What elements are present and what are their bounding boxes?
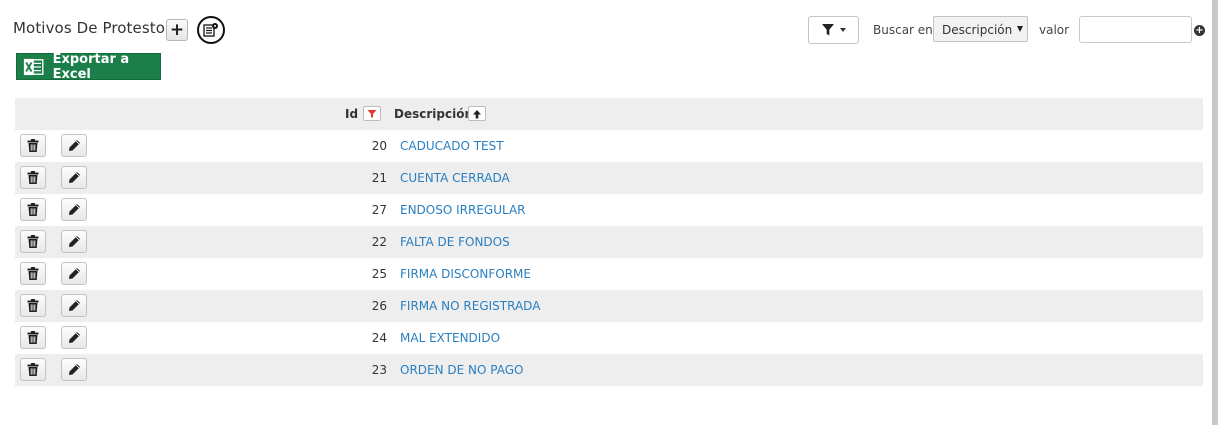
table-row: 22 FALTA DE FONDOS [15, 226, 1203, 258]
edit-button[interactable] [61, 326, 87, 349]
row-descripcion-link[interactable]: MAL EXTENDIDO [400, 331, 500, 345]
delete-button[interactable] [20, 198, 46, 221]
table-row: 26 FIRMA NO REGISTRADA [15, 290, 1203, 322]
delete-button[interactable] [20, 166, 46, 189]
filter-dropdown-button[interactable] [808, 16, 859, 44]
row-descripcion-link[interactable]: FIRMA NO REGISTRADA [400, 299, 540, 313]
add-circle-icon[interactable]: + [1194, 25, 1205, 36]
trash-icon [27, 171, 39, 184]
search-in-label: Buscar en [873, 23, 933, 37]
edit-button[interactable] [61, 358, 87, 381]
value-input[interactable] [1079, 16, 1192, 43]
pencil-icon [68, 204, 80, 215]
edit-button[interactable] [61, 262, 87, 285]
row-id: 22 [371, 235, 387, 249]
row-id: 20 [371, 139, 387, 153]
table-row: 21 CUENTA CERRADA [15, 162, 1203, 194]
pencil-icon [68, 172, 80, 183]
funnel-sort-icon [367, 109, 377, 118]
trash-icon [27, 203, 39, 216]
column-settings-button[interactable] [197, 16, 225, 44]
table-row: 24 MAL EXTENDIDO [15, 322, 1203, 354]
row-id: 26 [371, 299, 387, 313]
pencil-icon [68, 236, 80, 247]
row-id: 25 [371, 267, 387, 281]
table-body: 20 CADUCADO TEST 21 CUENTA CERRADA 27 ENDOSO … [15, 130, 1203, 386]
trash-icon [27, 267, 39, 280]
row-descripcion-link[interactable]: CADUCADO TEST [400, 139, 504, 153]
column-header-descripcion[interactable]: Descripción [394, 107, 473, 121]
settings-icon [203, 23, 218, 37]
table-row: 20 CADUCADO TEST [15, 130, 1203, 162]
pencil-icon [68, 140, 80, 151]
delete-button[interactable] [20, 230, 46, 253]
delete-button[interactable] [20, 262, 46, 285]
export-excel-label: Exportar a Excel [52, 51, 130, 82]
edit-button[interactable] [61, 166, 87, 189]
trash-icon [27, 331, 39, 344]
table-header: Id Descripción [15, 98, 1203, 130]
search-field-selected: Descripción [942, 23, 1013, 37]
search-field-select[interactable]: Descripción [933, 16, 1028, 42]
row-id: 24 [371, 331, 387, 345]
row-descripcion-link[interactable]: FIRMA DISCONFORME [400, 267, 531, 281]
row-descripcion-link[interactable]: ENDOSO IRREGULAR [400, 203, 526, 217]
table-row: 27 ENDOSO IRREGULAR [15, 194, 1203, 226]
data-table: Id Descripción 20 CADUCADO TEST 21 CUENTA C… [15, 98, 1203, 386]
filter-icon [822, 24, 834, 36]
add-button[interactable]: + [166, 19, 188, 41]
edit-button[interactable] [61, 134, 87, 157]
row-id: 23 [371, 363, 387, 377]
row-descripcion-link[interactable]: FALTA DE FONDOS [400, 235, 510, 249]
plus-icon: + [169, 20, 185, 40]
excel-icon [23, 58, 44, 75]
pencil-icon [68, 300, 80, 311]
export-excel-button[interactable]: Exportar a Excel [16, 51, 161, 82]
row-id: 21 [371, 171, 387, 185]
descripcion-sort-button[interactable] [468, 106, 486, 121]
delete-button[interactable] [20, 134, 46, 157]
column-header-id[interactable]: Id [345, 107, 358, 121]
edit-button[interactable] [61, 198, 87, 221]
row-id: 27 [371, 203, 387, 217]
trash-icon [27, 363, 39, 376]
row-descripcion-link[interactable]: ORDEN DE NO PAGO [400, 363, 523, 377]
edit-button[interactable] [61, 230, 87, 253]
value-label: valor [1039, 23, 1070, 37]
pencil-icon [68, 332, 80, 343]
delete-button[interactable] [20, 358, 46, 381]
table-row: 23 ORDEN DE NO PAGO [15, 354, 1203, 386]
arrow-up-icon [473, 109, 481, 118]
row-descripcion-link[interactable]: CUENTA CERRADA [400, 171, 510, 185]
trash-icon [27, 139, 39, 152]
delete-button[interactable] [20, 294, 46, 317]
select-arrow-icon [1017, 26, 1023, 32]
table-row: 25 FIRMA DISCONFORME [15, 258, 1203, 290]
scrollbar[interactable] [1212, 0, 1218, 425]
delete-button[interactable] [20, 326, 46, 349]
pencil-icon [68, 364, 80, 375]
chevron-down-icon [840, 28, 846, 32]
pencil-icon [68, 268, 80, 279]
page-title: Motivos De Protesto [13, 19, 166, 37]
id-filter-button[interactable] [363, 106, 381, 121]
trash-icon [27, 235, 39, 248]
edit-button[interactable] [61, 294, 87, 317]
trash-icon [27, 299, 39, 312]
